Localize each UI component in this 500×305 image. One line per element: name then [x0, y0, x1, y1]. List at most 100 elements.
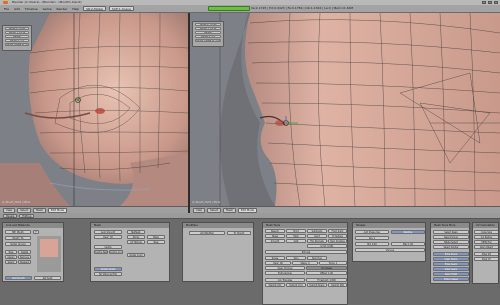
vertex-crease-field[interactable]: Vertex Crease W: 0.000	[5, 43, 29, 46]
assign-button[interactable]: Assign	[5, 255, 17, 259]
xsort-button[interactable]: Xsort	[307, 234, 327, 238]
cyl-radius-field[interactable]: Cyl Radius	[474, 235, 498, 239]
new-button[interactable]: New	[5, 250, 17, 254]
no-vnormal-flip-toggle[interactable]: No V.Normal Flip	[94, 272, 122, 276]
short-toggle[interactable]: Short	[286, 229, 306, 233]
vertex-x-field[interactable]: Vertex X: 0.2	[195, 35, 221, 38]
menu-file[interactable]: File	[3, 7, 10, 11]
vertex-z-field[interactable]: Vertex Z: 0.198	[195, 23, 221, 26]
view-proj-toggle[interactable]: VIEW Proj	[474, 240, 498, 244]
mesh-menu[interactable]: Mesh	[33, 207, 47, 213]
select-path-button[interactable]: Select Path	[433, 272, 469, 276]
add-shape-key-button[interactable]: Add Shape Key	[355, 230, 389, 234]
centre-cursor-button[interactable]: Centre Cursor	[109, 250, 123, 254]
select-similar-button[interactable]: Select Similar	[433, 245, 469, 249]
clockwise-toggle[interactable]: Clockwise	[306, 266, 347, 270]
edge-sharp-button[interactable]: Edge Sharp	[433, 252, 469, 256]
spin-button[interactable]: Spin	[286, 256, 306, 260]
vertex-y-field[interactable]: Vertex Y: 0.132	[5, 31, 29, 34]
polar-zx-toggle[interactable]: Polar ZX	[474, 252, 498, 256]
menu-timeline[interactable]: Timeline	[24, 7, 39, 11]
max-field[interactable]: Max 1.00	[391, 242, 425, 246]
hash-button[interactable]: Hash	[286, 234, 306, 238]
cube-size-field[interactable]: Cube Size	[474, 230, 498, 234]
vertex-x-field[interactable]: Vertex X: 0.2	[5, 39, 29, 42]
panels-menu[interactable]: Panels	[3, 213, 18, 218]
shape-key-name-field[interactable]: Key 1	[355, 236, 389, 240]
auto-smooth-toggle[interactable]: Auto Smooth	[94, 230, 122, 234]
select-menu[interactable]: Select	[17, 207, 32, 213]
uv-texture-new-button[interactable]: New	[147, 240, 165, 244]
clear-seam-button[interactable]: Clear Seam	[433, 267, 469, 271]
nside-select-button[interactable]: NSide Select	[433, 240, 469, 244]
close-button[interactable]	[494, 1, 498, 4]
clear-sharp-button[interactable]: Clear Sharp	[433, 257, 469, 261]
flip-normals-button[interactable]: Flip Normals	[307, 239, 327, 243]
deselect-button[interactable]: Deselect	[18, 260, 31, 264]
extrude-dup-button[interactable]: Extrude Dup	[265, 271, 305, 275]
median-toggle[interactable]: Median	[5, 35, 29, 38]
edge-crease-button[interactable]: Edge Crease	[433, 277, 469, 281]
delimit-vcol-toggle[interactable]: Delimit Vcol	[286, 283, 306, 287]
mode-selector[interactable]: Edit Mode	[238, 207, 257, 213]
select-button[interactable]: Select	[5, 260, 17, 264]
centre-button[interactable]: Centre	[94, 245, 122, 249]
offset-field[interactable]: Offset: 1.00	[306, 271, 347, 275]
sticky-make-button[interactable]: Make	[147, 235, 165, 239]
centre-new-button[interactable]: Centre New	[94, 250, 108, 254]
viewport-right[interactable]: Vertex Z: 0.198 Vertex Y: 0.116 Median V…	[190, 13, 500, 206]
delimit-mat-toggle[interactable]: Delimit Mat	[328, 283, 347, 287]
add-modifier-button[interactable]: Add Modifier	[189, 231, 225, 235]
menu-help[interactable]: Help	[71, 7, 80, 11]
minimize-button[interactable]	[482, 1, 486, 4]
join-triangles-button[interactable]: Join Triangles	[265, 278, 305, 282]
vgroup-field[interactable]: VGroup	[355, 248, 425, 252]
align-object-toggle[interactable]: Align Object	[474, 245, 498, 249]
noise-button[interactable]: Noise	[265, 234, 285, 238]
min-field[interactable]: Min 0.00	[355, 242, 389, 246]
mesh-menu[interactable]: Mesh	[223, 207, 237, 213]
delimit-sharp-toggle[interactable]: Delimit Sharp	[307, 283, 327, 287]
menu-add[interactable]: Add	[13, 7, 21, 11]
vertex-y-field[interactable]: Vertex Y: 0.116	[195, 27, 221, 30]
subdivide-button[interactable]: Subdivide	[307, 229, 327, 233]
view-menu[interactable]: View	[193, 207, 206, 213]
vertex-crease-field[interactable]: Vertex Crease W: 0.000	[195, 39, 221, 42]
set-solid-button[interactable]: Set Solid	[34, 276, 61, 280]
split-button[interactable]: Split	[286, 239, 306, 243]
fake-user-toggle[interactable]: F	[33, 230, 39, 234]
degr-field[interactable]: Degr: 30	[94, 235, 122, 239]
polar-zy-toggle[interactable]: Polar ZY	[474, 257, 498, 261]
object-name-field[interactable]: Mouth_TG	[5, 236, 31, 240]
median-toggle[interactable]: Median	[195, 31, 221, 34]
view-menu[interactable]: View	[3, 207, 16, 213]
smooth-button[interactable]: Smooth	[265, 239, 285, 243]
vertex-z-field[interactable]: Vertex Z: 0.102	[5, 27, 29, 30]
select-group-button[interactable]: Select Group	[433, 235, 469, 239]
screen-selector[interactable]: SR:2-Model	[83, 6, 106, 11]
maximize-button[interactable]	[488, 1, 492, 4]
editing-context-button[interactable]: Editing	[19, 213, 35, 218]
steps-field[interactable]: Steps: 9	[292, 261, 318, 265]
screw-button[interactable]: Screw	[265, 256, 285, 260]
mesh-datablock-field[interactable]: ME: Mouth	[5, 230, 31, 234]
select-swap-button[interactable]: Select Swap	[433, 230, 469, 234]
fract-subd-button[interactable]: Fract Subd	[328, 229, 347, 233]
rem-doubles-button[interactable]: Rem Doubles	[328, 239, 347, 243]
viewport-left[interactable]: Vertex Z: 0.102 Vertex Y: 0.132 Median V…	[0, 13, 188, 206]
spin-dup-button[interactable]: Spin Dup	[307, 256, 327, 260]
keep-original-toggle[interactable]: Keep Original	[265, 266, 305, 270]
select-menu[interactable]: Select	[207, 207, 222, 213]
delete-button[interactable]: Delete	[18, 250, 31, 254]
edge-seam-button[interactable]: Edge Seam	[433, 262, 469, 266]
remove-button[interactable]: Remove	[18, 255, 31, 259]
menu-game[interactable]: Game	[42, 7, 53, 11]
limit-field[interactable]: Limit: 0.001	[307, 244, 347, 248]
threshold-field[interactable]: Threshold: 0.800	[306, 278, 347, 282]
relative-toggle[interactable]: Relative	[391, 230, 425, 234]
degr-field[interactable]: Degr: 90	[265, 261, 291, 265]
set-smooth-button[interactable]: Set Smooth	[5, 276, 32, 280]
menu-render[interactable]: Render	[56, 7, 69, 11]
scene-selector[interactable]: SCE:1-Scene	[108, 6, 135, 11]
to-sphere-button[interactable]: To Sphere	[328, 234, 347, 238]
